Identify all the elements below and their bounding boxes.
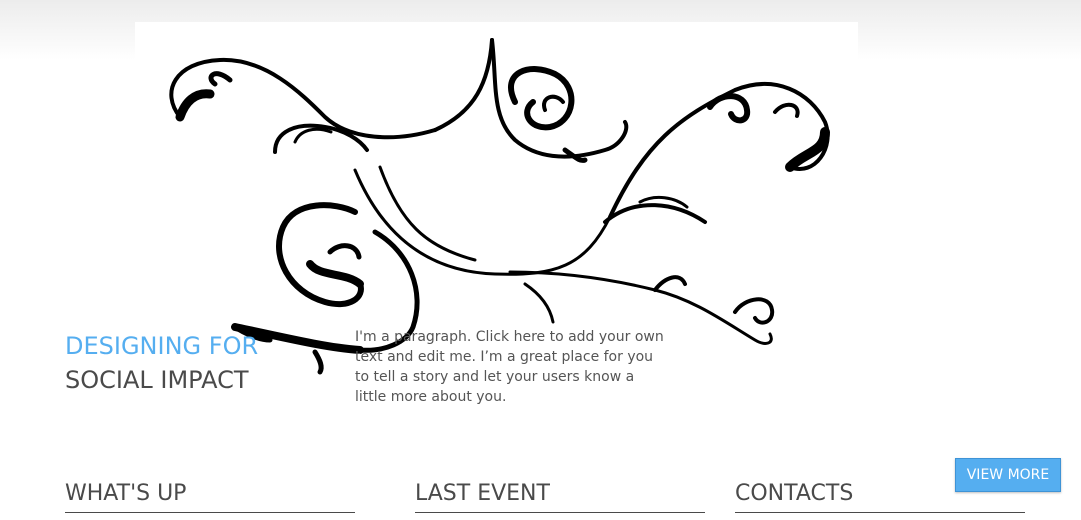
hero-title-line1: DESIGNING FOR <box>65 332 259 360</box>
section-title-whats-up: WHAT'S UP <box>65 480 355 513</box>
view-more-button[interactable]: VIEW MORE <box>955 458 1061 492</box>
section-title-last-event: LAST EVENT <box>415 480 705 513</box>
hero-title: DESIGNING FOR SOCIAL IMPACT <box>65 329 258 397</box>
hero-paragraph: I'm a paragraph. Click here to add your … <box>355 329 664 405</box>
hero-title-line2: SOCIAL IMPACT <box>65 366 249 394</box>
